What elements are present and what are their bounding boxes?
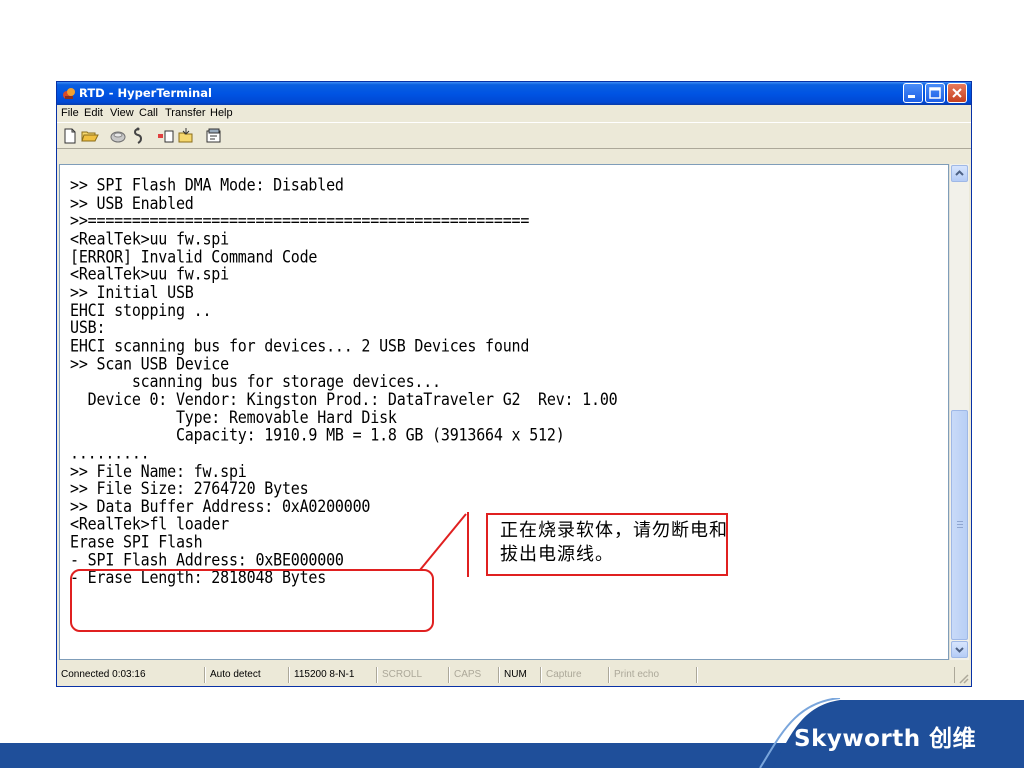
highlight-box bbox=[70, 569, 434, 632]
callout-note: 正在烧录软体，请勿断电和拔出电源线。 bbox=[486, 513, 728, 576]
close-button[interactable] bbox=[947, 83, 967, 103]
connect-icon[interactable] bbox=[109, 127, 127, 145]
status-caps: CAPS bbox=[449, 667, 499, 683]
minimize-icon bbox=[908, 95, 915, 98]
minimize-button[interactable] bbox=[903, 83, 923, 103]
menu-help[interactable]: Help bbox=[210, 107, 233, 120]
status-detect: Auto detect bbox=[205, 667, 289, 683]
brand-logo: Skyworth 创维 bbox=[794, 726, 977, 752]
new-connection-icon[interactable] bbox=[61, 127, 79, 145]
status-scroll: SCROLL bbox=[377, 667, 449, 683]
menu-transfer[interactable]: Transfer bbox=[165, 107, 206, 120]
properties-icon[interactable] bbox=[205, 127, 223, 145]
menu-bar: File Edit View Call Transfer Help bbox=[57, 105, 971, 122]
vertical-scrollbar[interactable] bbox=[949, 164, 969, 660]
callout-note-text: 正在烧录软体，请勿断电和拔出电源线。 bbox=[500, 520, 728, 565]
maximize-button[interactable] bbox=[925, 83, 945, 103]
menu-edit[interactable]: Edit bbox=[84, 107, 103, 120]
status-empty bbox=[697, 667, 955, 683]
status-connected: Connected 0:03:16 bbox=[57, 667, 205, 683]
status-capture: Capture bbox=[541, 667, 609, 683]
send-file-icon[interactable] bbox=[157, 127, 175, 145]
open-icon[interactable] bbox=[81, 127, 99, 145]
chevron-up-icon bbox=[955, 170, 964, 176]
menu-file[interactable]: File bbox=[61, 107, 79, 120]
scroll-thumb[interactable] bbox=[951, 410, 968, 640]
status-num: NUM bbox=[499, 667, 541, 683]
close-icon bbox=[952, 88, 962, 98]
hyperterminal-app-icon bbox=[63, 88, 75, 99]
title-bar[interactable]: RTD - HyperTerminal bbox=[57, 82, 971, 105]
scroll-down-button[interactable] bbox=[951, 641, 968, 658]
resize-grip-icon[interactable] bbox=[957, 672, 969, 684]
receive-file-icon[interactable] bbox=[177, 127, 195, 145]
chevron-down-icon bbox=[955, 647, 964, 653]
scroll-up-button[interactable] bbox=[951, 165, 968, 182]
menu-call[interactable]: Call bbox=[139, 107, 158, 120]
menu-view[interactable]: View bbox=[110, 107, 134, 120]
status-settings: 115200 8-N-1 bbox=[289, 667, 377, 683]
disconnect-icon[interactable] bbox=[129, 127, 147, 145]
maximize-icon bbox=[929, 87, 941, 99]
toolbar bbox=[57, 122, 971, 149]
status-bar: Connected 0:03:16 Auto detect 115200 8-N… bbox=[57, 664, 971, 686]
window-title: RTD - HyperTerminal bbox=[79, 86, 212, 100]
status-print-echo: Print echo bbox=[609, 667, 697, 683]
